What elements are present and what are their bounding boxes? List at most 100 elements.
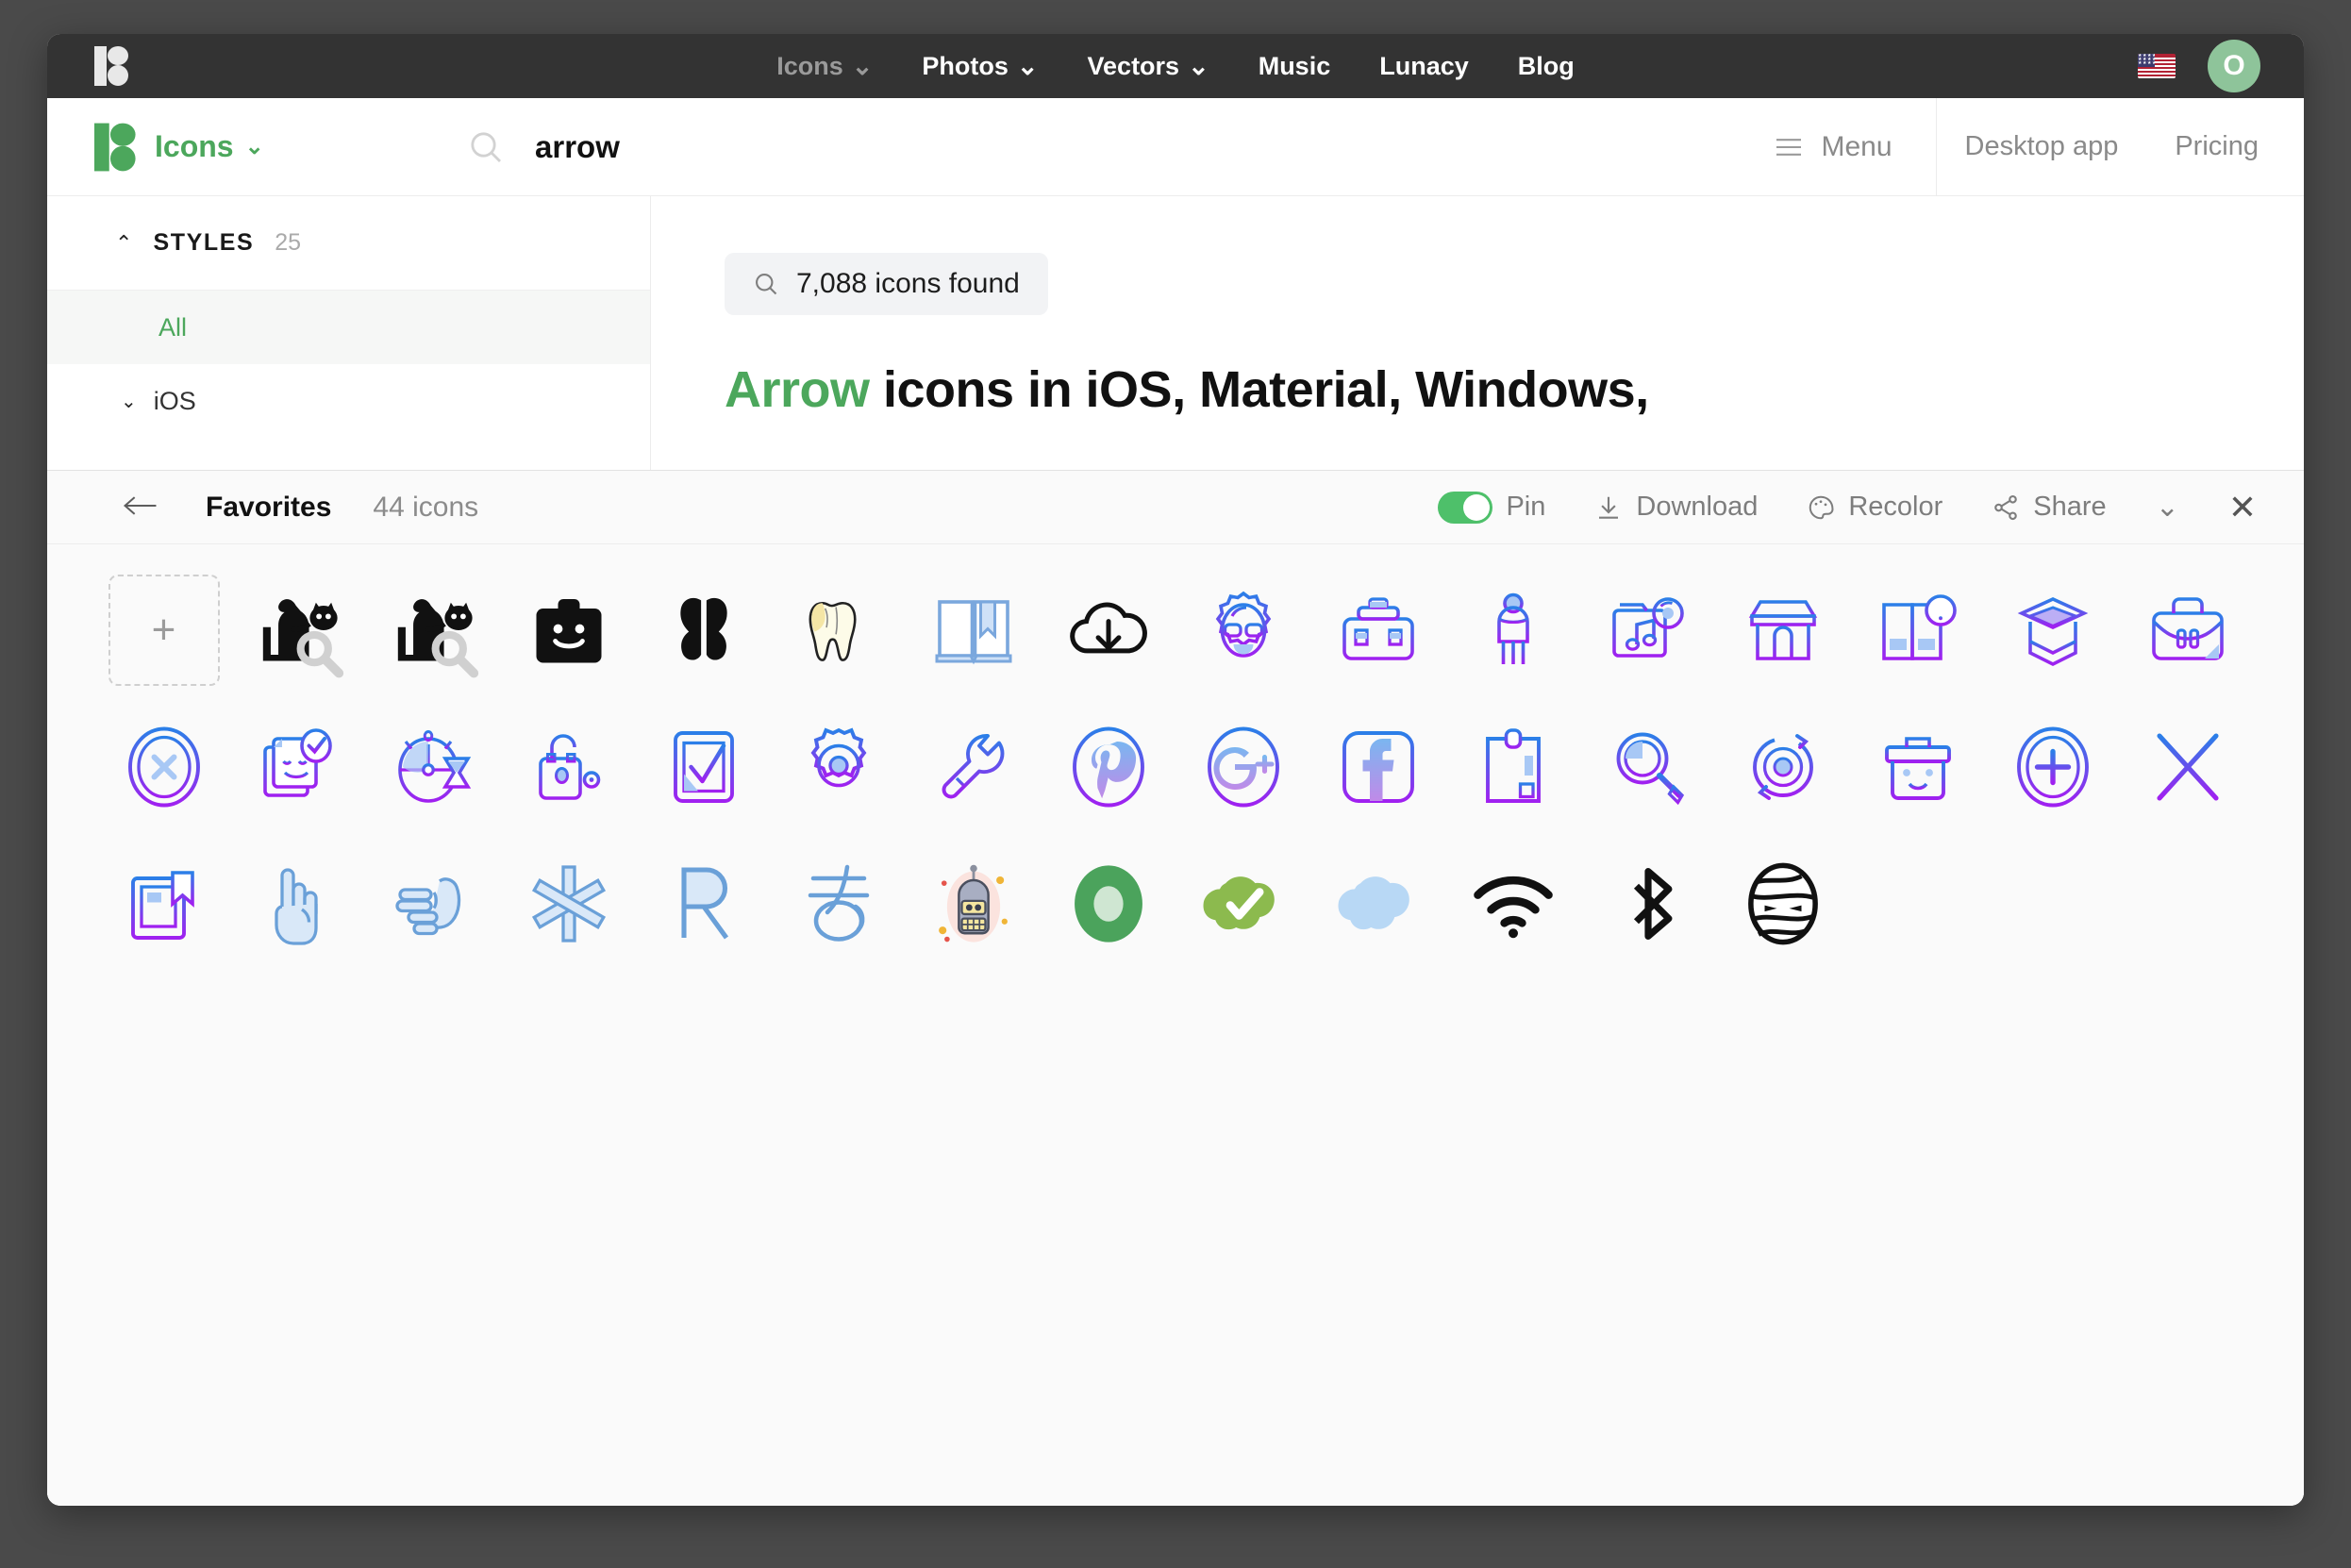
chevron-down-icon: ⌄ [121, 391, 137, 412]
sidebar-section-styles[interactable]: ⌃ STYLES 25 [47, 196, 650, 291]
icon-cell[interactable] [771, 835, 906, 972]
favorites-icon-grid: + [47, 544, 2304, 972]
icon-cell[interactable] [366, 561, 501, 698]
music-folder-icon [1611, 596, 1684, 658]
close-button[interactable]: ✕ [2204, 488, 2266, 527]
icon-cell[interactable] [906, 835, 1041, 972]
icon-cell[interactable] [771, 561, 906, 698]
pin-toggle[interactable]: Pin [1413, 491, 1570, 524]
nav-item-lunacy[interactable]: Lunacy [1379, 52, 1469, 81]
icon-cell[interactable] [906, 698, 1041, 835]
nav-item-music[interactable]: Music [1259, 52, 1331, 81]
recolor-button[interactable]: Recolor [1782, 492, 1967, 523]
icon-cell[interactable] [96, 698, 231, 835]
cloud-check-icon [1203, 876, 1275, 929]
clipboard-report-icon [1485, 727, 1541, 803]
chevron-down-icon: ⌄ [851, 51, 874, 80]
icon-cell[interactable] [1176, 561, 1310, 698]
recolor-label: Recolor [1848, 492, 1943, 522]
icon-cell[interactable] [906, 561, 1041, 698]
icon-cell[interactable] [231, 561, 366, 698]
pointing-hand-icon [394, 876, 460, 935]
icon-cell[interactable] [636, 561, 771, 698]
icon-cell[interactable] [1445, 561, 1580, 698]
document-upload-icon [130, 870, 194, 940]
icon-cell[interactable] [231, 698, 366, 835]
icon-cell[interactable] [1445, 835, 1580, 972]
icon-cell[interactable] [1850, 698, 1985, 835]
icon-cell[interactable] [1041, 835, 1176, 972]
nav-item-blog-label: Blog [1517, 51, 1575, 80]
chevron-down-icon: ⌄ [1188, 51, 1209, 80]
nav-item-icons-label: Icons [776, 51, 843, 80]
icon-cell[interactable] [1850, 561, 1985, 698]
icon-cell[interactable] [1580, 835, 1715, 972]
icon-cell[interactable] [366, 835, 501, 972]
nav-item-music-label: Music [1258, 51, 1331, 80]
nav-item-blog[interactable]: Blog [1518, 52, 1575, 81]
icon-cell[interactable] [501, 561, 636, 698]
favorites-toolbar: Favorites 44 icons Pin Download Recolor … [47, 471, 2304, 544]
brand-block[interactable]: Icons ⌄ [94, 123, 406, 172]
icon-cell[interactable] [1310, 561, 1445, 698]
icon-cell[interactable] [96, 835, 231, 972]
share-label: Share [2033, 492, 2107, 522]
icon-cell[interactable] [636, 835, 771, 972]
icon-cell[interactable] [501, 698, 636, 835]
icon-cell[interactable] [1580, 561, 1715, 698]
icon-cell[interactable] [1985, 698, 2120, 835]
search-input[interactable] [535, 128, 1195, 165]
gear-settings-icon [810, 726, 866, 802]
wifi-icon [1473, 876, 1553, 938]
sidebar-item-ios[interactable]: ⌄ iOS [47, 364, 650, 438]
icon-cell[interactable] [2120, 698, 2255, 835]
share-button[interactable]: Share [1967, 492, 2130, 523]
icon-cell[interactable] [1715, 835, 1850, 972]
victory-hand-icon [274, 867, 318, 945]
cancel-circle-icon [127, 726, 200, 807]
more-options-button[interactable]: ⌄ [2131, 491, 2204, 524]
task-approved-icon [262, 727, 332, 797]
search-bar [467, 128, 1730, 166]
nav-item-vectors[interactable]: Vectors ⌄ [1088, 52, 1209, 81]
icon-cell[interactable] [636, 698, 771, 835]
nav-item-photos[interactable]: Photos ⌄ [922, 52, 1038, 81]
refresh-circle-icon [1752, 733, 1813, 800]
hamburger-icon [1776, 138, 1802, 156]
desktop-app-link[interactable]: Desktop app [1937, 131, 2147, 162]
add-icon-cell[interactable]: + [96, 561, 231, 698]
back-arrow-icon[interactable] [123, 492, 158, 524]
icon-cell[interactable] [1985, 561, 2120, 698]
sidebar-item-all[interactable]: All [47, 291, 650, 364]
icon-cell[interactable] [1041, 698, 1176, 835]
trash-bin-icon [1884, 736, 1951, 800]
pricing-link[interactable]: Pricing [2146, 131, 2304, 162]
icon-cell[interactable] [1041, 561, 1176, 698]
download-button[interactable]: Download [1570, 492, 1782, 523]
icon-cell[interactable] [501, 835, 636, 972]
favorites-title: Favorites [206, 491, 332, 523]
book-alert-icon [1881, 593, 1957, 660]
results-count-text: 7,088 icons found [796, 268, 1020, 299]
icon-cell[interactable] [231, 835, 366, 972]
icon-cell[interactable] [771, 698, 906, 835]
icon-cell[interactable] [366, 698, 501, 835]
icon-cell[interactable] [1715, 698, 1850, 835]
icons8-logo-green [94, 123, 136, 171]
us-flag-icon[interactable]: ★★★★ ★★★★ ★★★★ [2138, 54, 2176, 78]
toolbox-icon [1342, 596, 1414, 660]
asterisk-icon [531, 864, 606, 942]
icon-cell[interactable] [1176, 698, 1310, 835]
icon-cell[interactable] [1310, 698, 1445, 835]
icon-cell[interactable] [1445, 698, 1580, 835]
icon-cell[interactable] [2120, 561, 2255, 698]
icon-cell[interactable] [1715, 561, 1850, 698]
icon-cell[interactable] [1310, 835, 1445, 972]
icon-cell[interactable] [1580, 698, 1715, 835]
menu-button[interactable]: Menu [1730, 131, 1935, 163]
pin-switch[interactable] [1438, 491, 1493, 524]
icon-cell[interactable] [1176, 835, 1310, 972]
nav-item-icons[interactable]: Icons ⌄ [776, 52, 873, 81]
cat-search-icon [262, 598, 343, 677]
tooth-icon [809, 601, 857, 661]
